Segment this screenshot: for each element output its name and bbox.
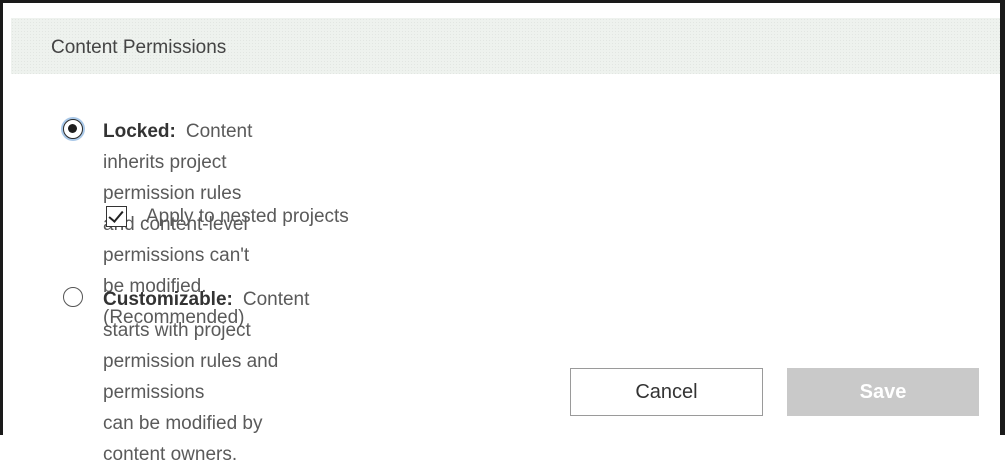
customizable-option-text: Customizable: Content starts with project… (103, 284, 309, 470)
locked-radio-button[interactable] (63, 119, 83, 139)
customizable-line-1: Customizable: Content starts with project… (103, 284, 309, 408)
save-button[interactable]: Save (787, 368, 979, 416)
customizable-radio-button[interactable] (63, 287, 83, 307)
apply-to-nested-checkbox[interactable] (106, 206, 127, 227)
dialog-header: Content Permissions (11, 18, 1000, 74)
cancel-button[interactable]: Cancel (570, 368, 763, 416)
locked-label[interactable]: Locked: (103, 121, 176, 142)
apply-to-nested-label[interactable]: Apply to nested projects (146, 206, 349, 228)
customizable-label[interactable]: Customizable: (103, 289, 233, 310)
dialog-title: Content Permissions (51, 37, 227, 58)
customizable-description-line-2: can be modified by content owners. (103, 413, 263, 465)
content-permissions-dialog: Content Permissions Locked: Content inher… (0, 0, 1005, 465)
